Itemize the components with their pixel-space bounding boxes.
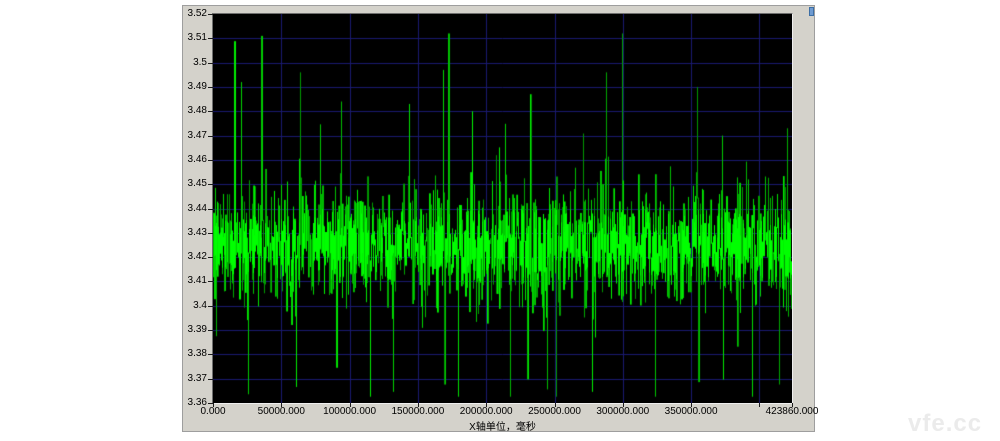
x-tick-label: 150000.000: [391, 407, 444, 417]
y-tick-mark: [208, 63, 213, 64]
x-tick-mark: [555, 403, 556, 407]
y-tick-mark: [208, 233, 213, 234]
y-tick-label: 3.38: [177, 349, 207, 359]
y-tick-mark: [208, 87, 213, 88]
x-tick-label: 423860.000: [766, 407, 819, 417]
y-tick-mark: [208, 281, 213, 282]
y-tick-label: 3.48: [177, 106, 207, 116]
x-tick-mark: [350, 403, 351, 407]
y-tick-label: 3.51: [177, 33, 207, 43]
watermark-text: vfe.cc: [908, 410, 982, 438]
y-tick-mark: [208, 184, 213, 185]
x-tick-mark: [281, 403, 282, 407]
x-tick-label: 350000.000: [665, 407, 718, 417]
y-tick-label: 3.37: [177, 374, 207, 384]
y-tick-mark: [208, 136, 213, 137]
x-tick-mark: [759, 403, 760, 407]
y-tick-mark: [208, 14, 213, 15]
y-tick-mark: [208, 209, 213, 210]
x-tick-label: 0.000: [200, 407, 225, 417]
x-tick-label: 50000.000: [258, 407, 305, 417]
y-tick-label: 3.4: [177, 301, 207, 311]
x-tick-label: 200000.000: [460, 407, 513, 417]
y-tick-label: 3.39: [177, 325, 207, 335]
x-axis-unit-label: X轴单位，毫秒: [213, 418, 792, 433]
y-tick-label: 3.43: [177, 228, 207, 238]
y-tick-mark: [208, 111, 213, 112]
y-tick-label: 3.45: [177, 179, 207, 189]
y-tick-label: 3.49: [177, 82, 207, 92]
y-tick-label: 3.5: [177, 58, 207, 68]
x-tick-label: 100000.000: [323, 407, 376, 417]
y-tick-mark: [208, 257, 213, 258]
y-tick-label: 3.44: [177, 204, 207, 214]
x-tick-mark: [418, 403, 419, 407]
x-tick-mark: [792, 403, 793, 407]
x-tick-label: 300000.000: [596, 407, 649, 417]
x-tick-mark: [623, 403, 624, 407]
y-tick-label: 3.42: [177, 252, 207, 262]
plot-area: [212, 13, 793, 404]
panel-corner-handle[interactable]: [809, 7, 814, 16]
y-tick-mark: [208, 160, 213, 161]
y-tick-label: 3.47: [177, 131, 207, 141]
y-tick-mark: [208, 306, 213, 307]
waveform-canvas: [213, 14, 792, 403]
y-tick-label: 3.52: [177, 9, 207, 19]
y-tick-mark: [208, 330, 213, 331]
x-tick-mark: [213, 403, 214, 407]
y-tick-label: 3.46: [177, 155, 207, 165]
x-tick-mark: [486, 403, 487, 407]
y-tick-mark: [208, 354, 213, 355]
y-tick-label: 3.41: [177, 276, 207, 286]
x-tick-mark: [691, 403, 692, 407]
y-tick-mark: [208, 38, 213, 39]
x-tick-label: 250000.000: [528, 407, 581, 417]
y-tick-mark: [208, 379, 213, 380]
